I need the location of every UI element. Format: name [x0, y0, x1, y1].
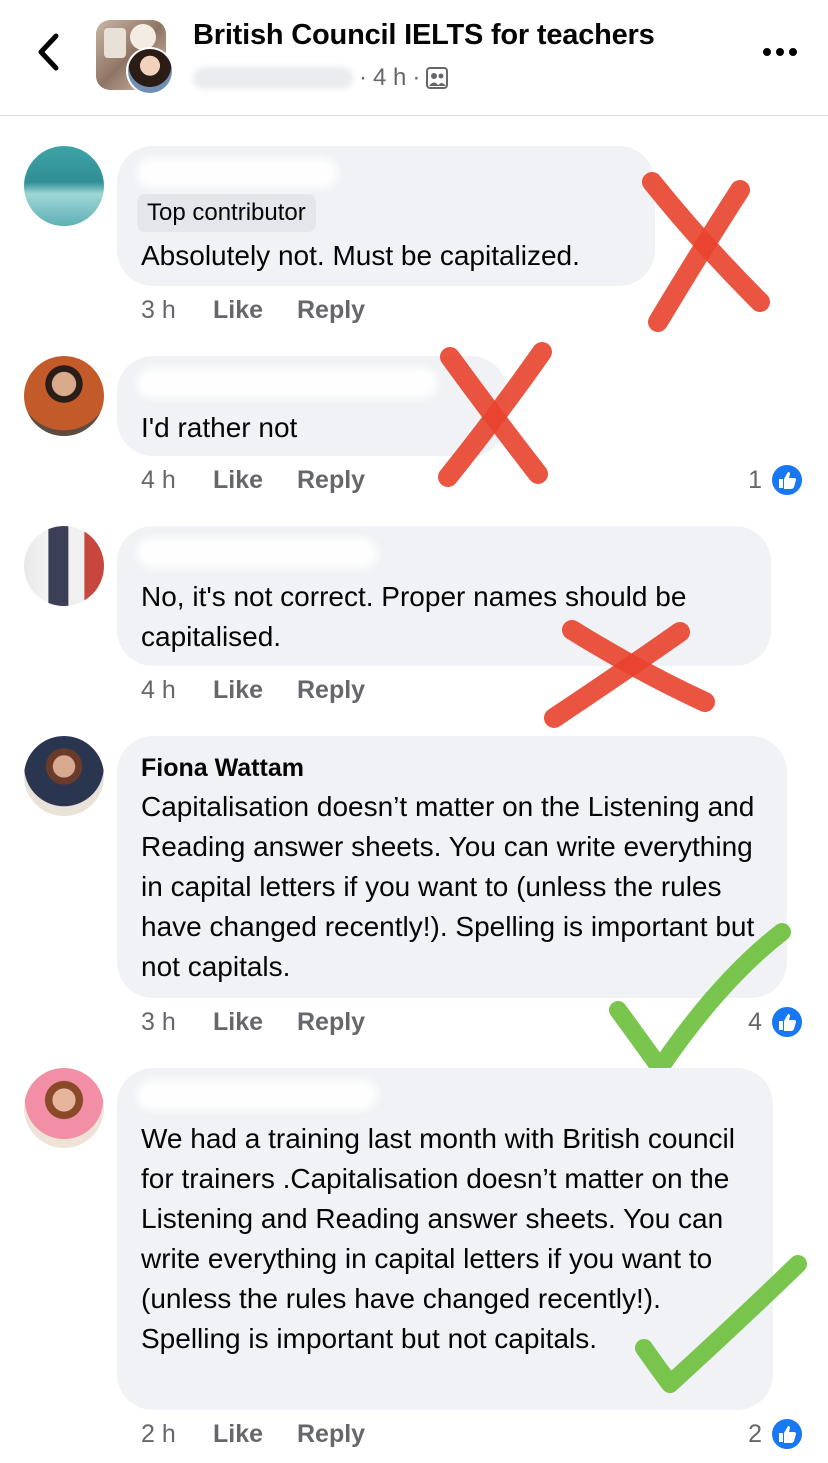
group-title[interactable]: British Council IELTS for teachers [193, 19, 655, 52]
redacted-author-name [137, 1080, 377, 1110]
like-button[interactable]: Like [213, 676, 297, 705]
comment-time[interactable]: 3 h [141, 1008, 213, 1037]
comment-actions: 2 h Like Reply [141, 1420, 365, 1449]
redacted-author-name [137, 368, 437, 398]
comment-actions: 4 h Like Reply [141, 676, 365, 705]
comment-text: Capitalisation doesn’t matter on the Lis… [141, 791, 755, 982]
meta-separator: · [359, 64, 367, 91]
like-reaction-icon [770, 1417, 804, 1451]
comment-author[interactable]: Fiona Wattam [141, 754, 304, 783]
reaction-summary[interactable]: 4 [748, 1005, 804, 1039]
commenter-avatar[interactable] [24, 526, 104, 606]
like-button[interactable]: Like [213, 1420, 297, 1449]
poster-avatar[interactable] [126, 47, 174, 95]
comment-time[interactable]: 3 h [141, 296, 213, 325]
like-button[interactable]: Like [213, 1008, 297, 1037]
reaction-count: 2 [748, 1419, 762, 1448]
comment-actions: 3 h Like Reply [141, 296, 365, 325]
reply-button[interactable]: Reply [297, 296, 365, 325]
commenter-avatar[interactable] [24, 736, 104, 816]
comment-text: I'd rather not [141, 412, 298, 443]
comment-bubble: Top contributor Absolutely not. Must be … [117, 146, 655, 286]
comment-bubble: Fiona Wattam Capitalisation doesn’t matt… [117, 736, 787, 998]
meta-separator: · [412, 64, 421, 91]
comment-time[interactable]: 4 h [141, 466, 213, 495]
reaction-count: 4 [748, 1007, 762, 1036]
like-button[interactable]: Like [213, 466, 297, 495]
comment-bubble: I'd rather not [117, 356, 507, 456]
comment-text: No, it's not correct. Proper names shoul… [141, 581, 687, 652]
back-arrow-icon[interactable] [32, 32, 66, 72]
more-options-icon[interactable] [762, 38, 798, 66]
like-reaction-icon [770, 1005, 804, 1039]
commenter-avatar[interactable] [24, 356, 104, 436]
top-contributor-badge: Top contributor [137, 194, 316, 232]
like-button[interactable]: Like [213, 296, 297, 325]
comment-actions: 4 h Like Reply [141, 466, 365, 495]
like-reaction-icon [770, 463, 804, 497]
comment-time[interactable]: 2 h [141, 1420, 213, 1449]
post-time[interactable]: 4 h [373, 64, 406, 92]
redacted-poster-name [193, 67, 353, 89]
reply-button[interactable]: Reply [297, 1420, 365, 1449]
redacted-author-name [137, 158, 337, 188]
reaction-summary[interactable]: 2 [748, 1417, 804, 1451]
commenter-avatar[interactable] [24, 146, 104, 226]
comment-time[interactable]: 4 h [141, 676, 213, 705]
reply-button[interactable]: Reply [297, 676, 365, 705]
commenter-avatar[interactable] [24, 1068, 104, 1148]
comment-text: We had a training last month with Britis… [141, 1123, 735, 1354]
comment-bubble: We had a training last month with Britis… [117, 1068, 773, 1410]
comment-bubble: No, it's not correct. Proper names shoul… [117, 526, 771, 666]
red-cross-annotation [642, 172, 770, 332]
comment-actions: 3 h Like Reply [141, 1008, 365, 1037]
post-header: British Council IELTS for teachers · 4 h… [0, 0, 828, 116]
reaction-summary[interactable]: 1 [748, 463, 804, 497]
reply-button[interactable]: Reply [297, 466, 365, 495]
post-meta: · 4 h · [193, 62, 449, 94]
reaction-count: 1 [748, 465, 762, 494]
reply-button[interactable]: Reply [297, 1008, 365, 1037]
group-privacy-icon [426, 67, 449, 89]
redacted-author-name [137, 538, 377, 568]
comment-text: Absolutely not. Must be capitalized. [141, 240, 580, 271]
